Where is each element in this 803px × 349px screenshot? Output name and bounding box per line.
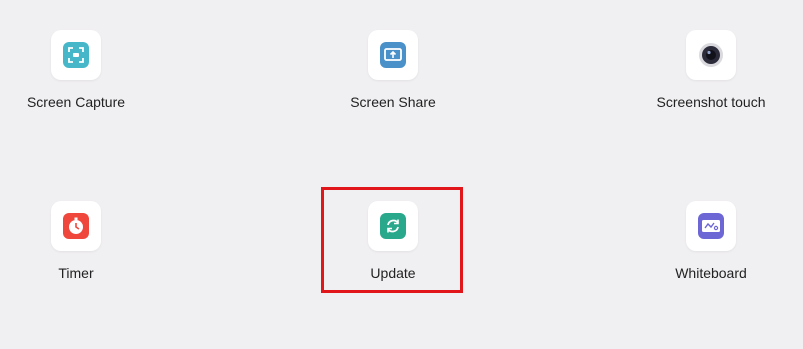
- screenshot-touch-icon[interactable]: [686, 30, 736, 80]
- timer-icon[interactable]: [51, 201, 101, 251]
- app-label: Whiteboard: [675, 265, 747, 281]
- selection-highlight: [321, 187, 463, 293]
- screen-share-icon[interactable]: [368, 30, 418, 80]
- app-screen-capture[interactable]: Screen Capture: [0, 30, 156, 110]
- whiteboard-icon[interactable]: [686, 201, 736, 251]
- screen-capture-icon[interactable]: [51, 30, 101, 80]
- app-label: Timer: [58, 265, 94, 281]
- app-label: Screenshot touch: [656, 94, 766, 110]
- app-timer[interactable]: Timer: [0, 201, 156, 281]
- app-whiteboard[interactable]: Whiteboard: [631, 201, 791, 281]
- app-label: Screen Share: [350, 94, 436, 110]
- app-screenshot-touch[interactable]: Screenshot touch: [631, 30, 791, 110]
- app-screen-share[interactable]: Screen Share: [313, 30, 473, 110]
- app-label: Screen Capture: [26, 94, 126, 110]
